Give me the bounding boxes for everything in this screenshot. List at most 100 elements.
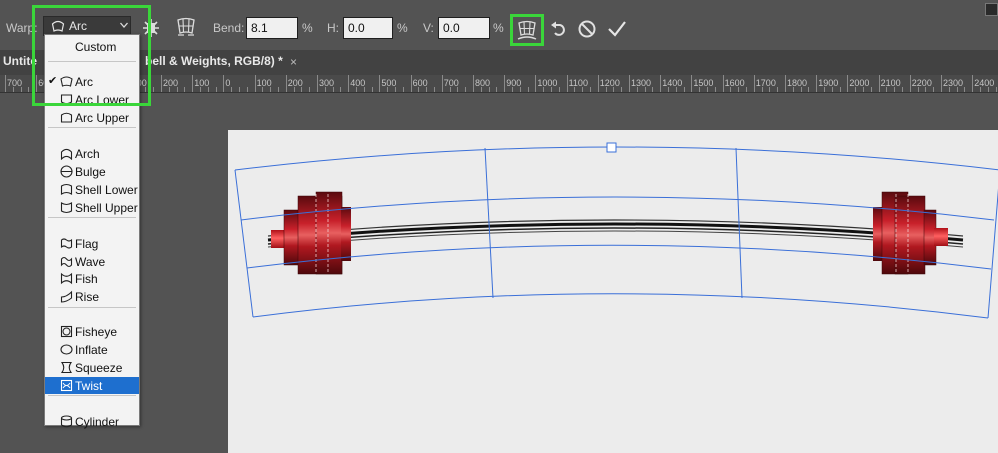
warp-menu-item-label: Wave xyxy=(75,255,106,269)
ruler-tick xyxy=(847,75,849,92)
warped-barbell-artwork[interactable] xyxy=(228,130,998,453)
warp-grid-icon[interactable] xyxy=(175,16,197,38)
left-collar xyxy=(271,230,285,248)
warp-menu-item-flag[interactable]: Flag xyxy=(45,235,139,252)
ruler-label: 1800 xyxy=(787,78,808,88)
rise-icon xyxy=(60,290,73,303)
ruler-label: 1500 xyxy=(693,78,714,88)
wave-icon xyxy=(60,256,73,268)
ruler-tick xyxy=(597,75,599,92)
ruler-tick xyxy=(254,75,256,92)
warp-menu-item-wave[interactable]: Wave xyxy=(45,253,139,270)
ruler-label: 1400 xyxy=(662,78,683,88)
menu-separator xyxy=(48,395,136,396)
warp-menu-item-rise[interactable]: Rise xyxy=(45,288,139,305)
ruler-tick xyxy=(5,75,6,92)
ruler-tick xyxy=(941,75,942,92)
right-collar xyxy=(934,228,948,246)
cylinder-icon xyxy=(60,415,73,428)
menu-separator xyxy=(48,127,136,128)
commit-checkmark-icon[interactable] xyxy=(606,18,628,40)
warp-menu-item-bulge[interactable]: Bulge xyxy=(45,163,139,180)
warp-menu-item-label: Twist xyxy=(75,379,103,393)
warp-menu-item-shell-upper[interactable]: Shell Upper xyxy=(45,199,139,216)
ruler-tick xyxy=(878,75,880,92)
flag-icon xyxy=(60,238,73,249)
menu-separator xyxy=(48,307,136,308)
inflate-icon xyxy=(60,344,73,355)
ruler-tick xyxy=(223,75,225,92)
v-label: V: xyxy=(423,21,434,35)
arch-icon xyxy=(60,148,73,160)
ruler-label: 1300 xyxy=(631,78,652,88)
bend-field[interactable]: 8.1 xyxy=(246,17,298,39)
ruler-label: 2100 xyxy=(880,78,901,88)
ruler-tick xyxy=(816,75,818,92)
warp-menu-item-label: Shell Lower xyxy=(75,183,138,197)
warp-menu-item-label: Arch xyxy=(75,147,100,161)
fish-icon xyxy=(60,272,73,285)
horizontal-distortion-field[interactable]: 0.0 xyxy=(343,17,393,39)
ruler-tick xyxy=(785,75,786,92)
warp-control-handle[interactable] xyxy=(606,142,617,153)
barbell-bar xyxy=(267,219,964,248)
v-percent: % xyxy=(493,21,504,35)
h-percent: % xyxy=(397,21,408,35)
warp-menu-item-label: Arc Upper xyxy=(75,111,130,125)
warp-menu-item-label: Rise xyxy=(75,290,100,304)
document-tab-title-right[interactable]: bell & Weights, RGB/8) * xyxy=(142,50,283,75)
ruler-tick xyxy=(566,75,568,92)
panel-toggle-icon[interactable] xyxy=(985,3,998,16)
ruler-label: 1100 xyxy=(568,78,588,88)
arc-upper-icon xyxy=(60,112,73,123)
ruler-tick xyxy=(722,75,724,92)
warp-menu-item-label: Fish xyxy=(75,272,98,286)
warp-menu-item-label: Inflate xyxy=(75,343,108,357)
ruler-tick xyxy=(629,75,630,92)
h-label: H: xyxy=(327,21,339,35)
menu-separator xyxy=(48,217,136,218)
warp-menu-item-cylinder[interactable]: Cylinder xyxy=(45,413,139,430)
ruler-label: 2000 xyxy=(849,78,870,88)
ruler-label: 2300 xyxy=(943,78,964,88)
warp-menu-item-label: Bulge xyxy=(75,165,106,179)
ruler-label: 0 xyxy=(225,78,231,88)
toggle-warp-highlight xyxy=(510,14,544,46)
ruler-label: 1700 xyxy=(755,78,776,88)
ruler-tick xyxy=(660,75,662,92)
ruler-label: 2400 xyxy=(974,78,995,88)
vertical-distortion-field[interactable]: 0.0 xyxy=(438,17,490,39)
ruler-tick xyxy=(379,75,381,92)
warp-menu-item-fisheye[interactable]: Fisheye xyxy=(45,323,139,340)
warp-menu-item-label: Squeeze xyxy=(75,361,123,375)
ruler-label: 1600 xyxy=(724,78,745,88)
twist-icon xyxy=(60,379,73,392)
warp-menu-item-squeeze[interactable]: Squeeze xyxy=(45,359,139,376)
ruler-tick xyxy=(504,75,506,92)
ruler-tick xyxy=(972,75,974,92)
close-tab-icon[interactable]: × xyxy=(290,55,297,69)
ruler-tick xyxy=(348,75,350,92)
warp-menu-item-arch[interactable]: Arch xyxy=(45,145,139,162)
ruler-tick xyxy=(285,75,287,92)
left-weight-plates xyxy=(283,191,351,275)
undo-icon[interactable] xyxy=(548,19,568,39)
warp-menu-item-fish[interactable]: Fish xyxy=(45,270,139,287)
warp-menu-item-arc-upper[interactable]: Arc Upper xyxy=(45,109,139,126)
warp-menu-item-inflate[interactable]: Inflate xyxy=(45,341,139,358)
ruler-tick xyxy=(535,75,537,92)
ruler-tick xyxy=(753,75,755,92)
warp-dropdown-highlight xyxy=(32,5,151,106)
ruler-tick xyxy=(441,75,443,92)
ruler-tick xyxy=(192,75,194,92)
ruler-tick xyxy=(161,75,162,92)
warp-menu-item-shell-lower[interactable]: Shell Lower xyxy=(45,181,139,198)
cancel-icon[interactable] xyxy=(577,19,597,39)
bend-percent: % xyxy=(302,21,313,35)
photoshop-window: Warp: Arc Bend: 8.1 % H: 0.0 % V: 0.0 % … xyxy=(0,0,998,453)
shell-upper-icon xyxy=(60,202,73,214)
warp-menu-item-twist[interactable]: Twist xyxy=(45,377,139,394)
warp-menu-item-label: Flag xyxy=(75,237,99,251)
squeeze-icon xyxy=(60,361,73,374)
bulge-icon xyxy=(60,165,73,178)
